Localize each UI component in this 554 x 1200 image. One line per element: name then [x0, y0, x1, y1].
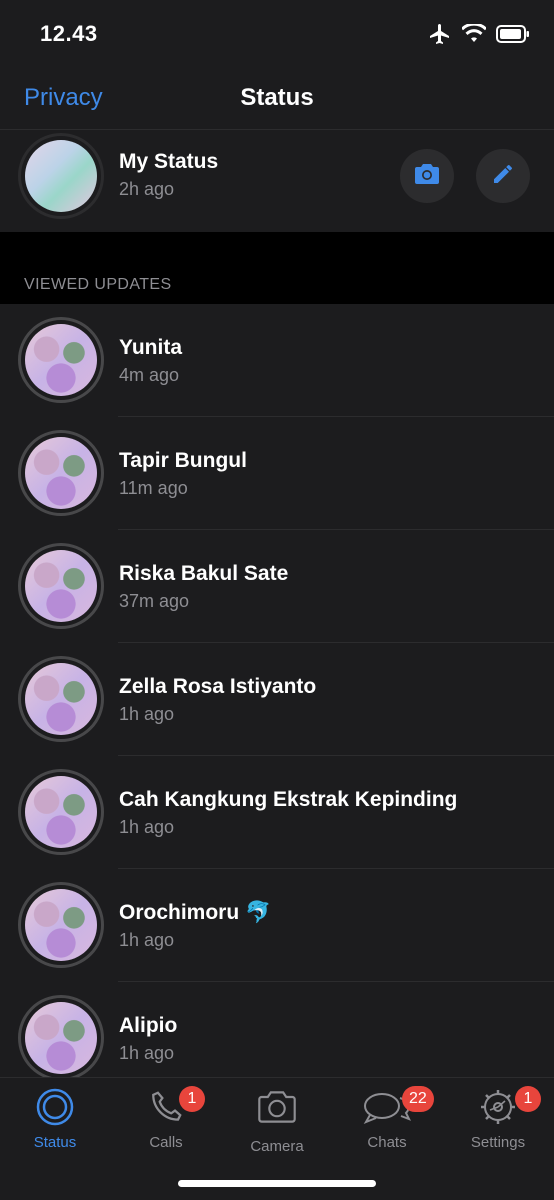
tab-settings[interactable]: 1 Settings	[443, 1086, 553, 1151]
chats-badge: 22	[402, 1086, 434, 1112]
contact-name: Orochimoru 🐬	[119, 901, 272, 924]
status-avatar	[18, 656, 104, 742]
tab-label: Chats	[367, 1134, 407, 1151]
tab-chats[interactable]: 22 Chats	[332, 1086, 442, 1151]
status-bar-icons	[428, 22, 530, 51]
tab-camera[interactable]: Camera	[222, 1086, 332, 1155]
tab-label: Camera	[250, 1138, 304, 1155]
avatar	[25, 437, 97, 509]
text-status-button[interactable]	[476, 149, 530, 203]
status-time: 11m ago	[119, 478, 188, 498]
avatar	[25, 1002, 97, 1074]
settings-badge: 1	[515, 1086, 541, 1112]
status-icon	[35, 1087, 75, 1132]
navigation-bar: Privacy Status	[0, 66, 554, 130]
avatar	[25, 663, 97, 735]
my-status-time: 2h ago	[119, 179, 175, 199]
section-label: VIEWED UPDATES	[24, 276, 172, 293]
airplane-icon	[428, 22, 452, 51]
pencil-icon	[491, 162, 515, 191]
home-indicator[interactable]	[178, 1180, 376, 1187]
contact-name: Alipio	[119, 1014, 178, 1037]
my-status-row[interactable]: My Status 2h ago	[0, 131, 554, 231]
camera-icon	[257, 1090, 297, 1129]
avatar	[25, 776, 97, 848]
avatar	[25, 324, 97, 396]
tab-label: Settings	[470, 1134, 526, 1151]
status-time: 1h ago	[119, 704, 175, 724]
battery-icon	[496, 25, 530, 48]
status-avatar	[18, 430, 104, 516]
list-item[interactable]: Riska Bakul Sate 37m ago	[0, 530, 554, 643]
status-time: 1h ago	[119, 817, 175, 837]
tab-label: Calls	[149, 1134, 183, 1151]
status-avatar	[18, 882, 104, 968]
wifi-icon	[461, 22, 487, 49]
gear-icon	[478, 1087, 518, 1132]
camera-button[interactable]	[400, 149, 454, 203]
contact-name: Yunita	[119, 336, 183, 359]
viewed-updates-header: VIEWED UPDATES	[0, 232, 554, 304]
status-time: 37m ago	[119, 591, 190, 611]
viewed-updates-list: Yunita 4m ago Tapir Bungul 11m ago Riska…	[0, 304, 554, 1095]
status-avatar	[18, 543, 104, 629]
list-item[interactable]: Cah Kangkung Ekstrak Kepinding 1h ago	[0, 756, 554, 869]
page-title: Status	[240, 84, 314, 111]
status-time: 4m ago	[119, 365, 180, 385]
avatar	[25, 889, 97, 961]
list-item[interactable]: Tapir Bungul 11m ago	[0, 417, 554, 530]
avatar	[25, 140, 97, 212]
my-status-avatar[interactable]	[18, 133, 104, 219]
contact-name: Tapir Bungul	[119, 449, 247, 472]
status-bar-time: 12.43	[40, 21, 98, 46]
calls-badge: 1	[179, 1086, 205, 1112]
tab-label: Status	[33, 1134, 77, 1151]
avatar	[25, 550, 97, 622]
tab-calls[interactable]: 1 Calls	[111, 1086, 221, 1151]
list-item[interactable]: Zella Rosa Istiyanto 1h ago	[0, 643, 554, 756]
contact-name: Zella Rosa Istiyanto	[119, 675, 317, 698]
status-bar: 12.43	[0, 0, 554, 66]
tab-status[interactable]: Status	[0, 1086, 110, 1151]
camera-icon	[414, 163, 440, 190]
contact-name: Cah Kangkung Ekstrak Kepinding	[119, 788, 458, 811]
list-item[interactable]: Yunita 4m ago	[0, 304, 554, 417]
my-status-name: My Status	[119, 150, 219, 173]
contact-name: Riska Bakul Sate	[119, 562, 289, 585]
status-time: 1h ago	[119, 930, 175, 950]
status-time: 1h ago	[119, 1043, 175, 1063]
status-avatar	[18, 317, 104, 403]
status-avatar	[18, 995, 104, 1081]
status-avatar	[18, 769, 104, 855]
list-item[interactable]: Orochimoru 🐬 1h ago	[0, 869, 554, 982]
